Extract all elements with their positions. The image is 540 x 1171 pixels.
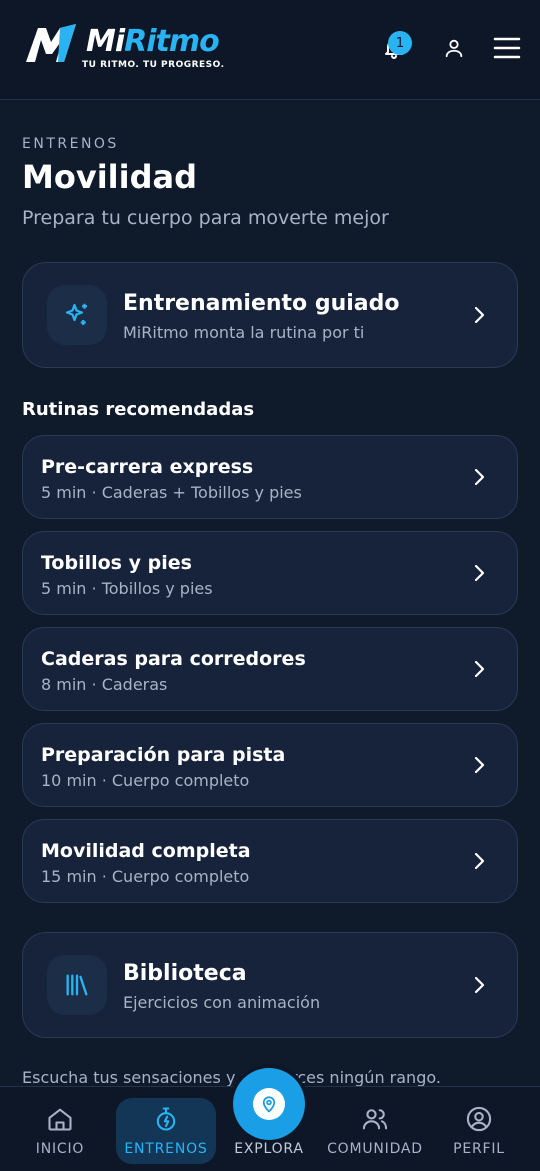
library-title: Biblioteca — [123, 961, 247, 986]
people-icon — [362, 1109, 388, 1130]
routine-title: Movilidad completa — [41, 840, 251, 862]
routine-title: Preparación para pista — [41, 744, 286, 766]
tab-perfil[interactable]: PERFIL — [429, 1105, 529, 1163]
menu-button[interactable] — [490, 32, 524, 64]
chevron-right-icon — [474, 468, 485, 486]
brand-name-part2: Ritmo — [124, 24, 220, 59]
chevron-right-icon — [474, 660, 485, 678]
chevron-right-icon — [474, 564, 485, 582]
app-header: MiRitmo TU RITMO. TU PROGRESO. 1 — [0, 0, 540, 100]
tab-label: ENTRENOS — [124, 1141, 208, 1157]
profile-icon — [466, 1106, 492, 1132]
tab-label: COMUNIDAD — [327, 1141, 423, 1157]
routine-meta: 5 min · Caderas + Tobillos y pies — [41, 483, 302, 502]
hamburger-menu-icon — [493, 37, 521, 59]
fab-inner — [253, 1088, 285, 1120]
brand-logo[interactable]: MiRitmo TU RITMO. TU PROGRESO. — [24, 22, 225, 74]
library-books-icon — [66, 974, 88, 996]
home-icon — [48, 1108, 72, 1131]
notification-badge: 1 — [388, 31, 412, 55]
routine-card[interactable]: Tobillos y pies 5 min · Tobillos y pies — [22, 531, 518, 615]
chevron-right-icon — [474, 852, 485, 870]
brand-tagline: TU RITMO. TU PROGRESO. — [82, 60, 225, 70]
guided-title: Entrenamiento guiado — [123, 291, 400, 316]
chevron-right-icon — [474, 756, 485, 774]
guided-icon-tile — [47, 285, 107, 345]
routine-card[interactable]: Caderas para corredores 8 min · Caderas — [22, 627, 518, 711]
tab-comunidad[interactable]: COMUNIDAD — [325, 1105, 425, 1163]
tab-label: PERFIL — [453, 1141, 505, 1157]
library-icon-tile — [47, 955, 107, 1015]
tab-explora[interactable] — [233, 1068, 305, 1140]
routine-card[interactable]: Pre-carrera express 5 min · Caderas + To… — [22, 435, 518, 519]
brand-name-part1: Mi — [86, 24, 125, 59]
routine-meta: 10 min · Cuerpo completo — [41, 771, 250, 790]
sparkles-icon — [65, 303, 87, 325]
routine-meta: 15 min · Cuerpo completo — [41, 867, 250, 886]
guided-workout-card[interactable]: Entrenamiento guiado MiRitmo monta la ru… — [22, 262, 518, 368]
page-title: Movilidad — [22, 158, 197, 196]
routine-meta: 8 min · Caderas — [41, 675, 168, 694]
chevron-right-icon — [474, 306, 485, 324]
routine-card[interactable]: Movilidad completa 15 min · Cuerpo compl… — [22, 819, 518, 903]
brand-name: MiRitmo — [86, 22, 225, 62]
stopwatch-icon — [156, 1107, 176, 1131]
routine-meta: 5 min · Tobillos y pies — [41, 579, 213, 598]
recommended-heading: Rutinas recomendadas — [22, 399, 255, 420]
tab-entrenos[interactable]: ENTRENOS — [116, 1098, 216, 1164]
account-button[interactable] — [438, 32, 470, 64]
library-card[interactable]: Biblioteca Ejercicios con animación — [22, 932, 518, 1038]
user-icon — [445, 39, 463, 58]
logo-mark-icon — [26, 24, 76, 62]
routine-title: Pre-carrera express — [41, 456, 254, 478]
section-eyebrow: ENTRENOS — [22, 136, 119, 152]
tab-label: INICIO — [35, 1141, 85, 1157]
routine-title: Caderas para corredores — [41, 648, 306, 670]
routine-card[interactable]: Preparación para pista 10 min · Cuerpo c… — [22, 723, 518, 807]
chevron-right-icon — [474, 976, 485, 994]
page-subtitle: Prepara tu cuerpo para moverte mejor — [22, 207, 389, 229]
tab-label: EXPLORA — [234, 1141, 304, 1157]
library-subtitle: Ejercicios con animación — [123, 993, 321, 1012]
routine-title: Tobillos y pies — [41, 552, 192, 574]
guided-subtitle: MiRitmo monta la rutina por ti — [123, 323, 365, 342]
safety-note: Escucha tus sensaciones y no fuerces nin… — [22, 1068, 441, 1087]
map-pin-icon — [262, 1096, 276, 1113]
tab-inicio[interactable]: INICIO — [10, 1105, 110, 1163]
